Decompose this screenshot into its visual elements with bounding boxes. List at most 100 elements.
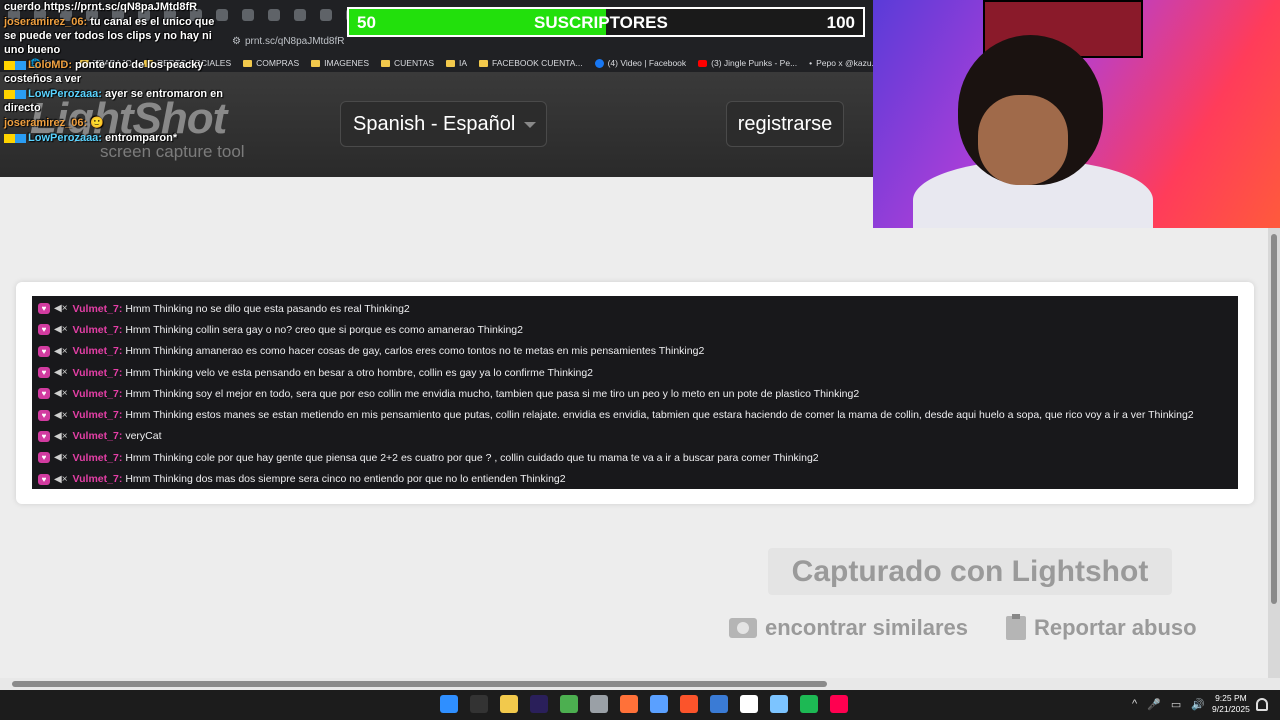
- heart-badge-icon: ♥: [38, 430, 50, 442]
- chat-message: ♥ ◀× Vulmet_7: veryCat: [32, 426, 1238, 447]
- bookmark-imagenes[interactable]: IMAGENES: [311, 58, 369, 68]
- tab-icon[interactable]: [242, 9, 254, 21]
- bookmark-facebook-video[interactable]: (4) Video | Facebook: [594, 58, 686, 68]
- speaker-mute-icon: ◀×: [54, 388, 68, 400]
- system-tray: ^ 🎤 ▭ 🔊: [1132, 698, 1205, 711]
- camera-icon: [729, 618, 757, 638]
- chat-message: ♥ ◀× Vulmet_7: Hmm Thinking amanerao es com…: [32, 341, 1238, 362]
- brave-icon[interactable]: [680, 695, 698, 713]
- speaker-mute-icon: ◀×: [54, 367, 68, 379]
- tiktok-icon[interactable]: [830, 695, 848, 713]
- chat-badges-icon: [4, 60, 26, 70]
- emote-icon: 🙂: [90, 117, 104, 129]
- facebook-icon: [594, 58, 604, 68]
- youtube-icon: [698, 59, 708, 67]
- language-select-value: Spanish - Español: [353, 112, 516, 135]
- chat-message: ♥ ◀× Vulmet_7: Hmm Thinking dos mas dos sie…: [32, 468, 1238, 489]
- heart-badge-icon: ♥: [38, 409, 50, 421]
- heart-badge-icon: ♥: [38, 388, 50, 400]
- bookmark-cuentas[interactable]: CUENTAS: [381, 58, 434, 68]
- speaker-mute-icon: ◀×: [54, 324, 68, 336]
- premiere-icon[interactable]: [530, 695, 548, 713]
- captured-with-lightshot-banner[interactable]: Capturado con Lightshot: [768, 548, 1172, 595]
- bookmark-compras[interactable]: COMPRAS: [243, 58, 299, 68]
- subscriber-goal-bar: 50 SUSCRIPTORES 100: [347, 7, 865, 37]
- bookmark-ia[interactable]: IA: [446, 58, 467, 68]
- epic-games-icon[interactable]: [470, 695, 488, 713]
- recycle-bin-icon[interactable]: [590, 695, 608, 713]
- chrome-icon[interactable]: [560, 695, 578, 713]
- network-icon[interactable]: ▭: [1171, 698, 1181, 711]
- notepad-icon[interactable]: [770, 695, 788, 713]
- horizontal-scrollbar[interactable]: [0, 678, 1280, 690]
- register-button[interactable]: registrarse: [726, 101, 844, 147]
- report-abuse-link[interactable]: Reportar abuso: [1006, 614, 1197, 641]
- chat-message: ♥ ◀× Vulmet_7: Hmm Thinking velo ve esta pe…: [32, 362, 1238, 383]
- tab-icon[interactable]: [294, 9, 306, 21]
- chat-message: ♥ ◀× Vulmet_7: Hmm Thinking estos manes se …: [32, 404, 1238, 425]
- windows-start-icon[interactable]: [440, 695, 458, 713]
- chat-badges-icon: [4, 133, 26, 143]
- arc-icon[interactable]: [740, 695, 758, 713]
- find-similar-link[interactable]: encontrar similares: [729, 615, 968, 641]
- folder-icon: [446, 59, 455, 67]
- windows-taskbar: ^ 🎤 ▭ 🔊 9:25 PM 9/21/2025: [0, 690, 1280, 720]
- overlay-chat-line: joseramirez_06: tu canal es el unico que…: [4, 16, 215, 56]
- chat-message: ♥ ◀× Vulmet_7: Hmm Thinking cole por que ha…: [32, 447, 1238, 468]
- chevron-up-icon[interactable]: ^: [1132, 698, 1137, 711]
- clipboard-icon: [1006, 614, 1026, 640]
- chat-message: ♥ ◀× Vulmet_7: Hmm Thinking collin sera gay…: [32, 319, 1238, 340]
- tab-icon[interactable]: [320, 9, 332, 21]
- language-select[interactable]: Spanish - Español: [340, 101, 547, 147]
- photos-icon[interactable]: [650, 695, 668, 713]
- speaker-mute-icon: ◀×: [54, 430, 68, 442]
- speaker-mute-icon: ◀×: [54, 473, 68, 485]
- dot-icon: •: [809, 58, 813, 68]
- speaker-mute-icon: ◀×: [54, 345, 68, 357]
- chat-badges-icon: [4, 89, 26, 99]
- clock-time: 9:25 PM: [1215, 693, 1247, 703]
- heart-badge-icon: ♥: [38, 303, 50, 315]
- clock-date: 9/21/2025: [1212, 704, 1250, 714]
- heart-badge-icon: ♥: [38, 452, 50, 464]
- speaker-mute-icon: ◀×: [54, 452, 68, 464]
- overlay-chat-line: cuerdo https://prnt.sc/qN8paJMtd8fR: [4, 1, 198, 13]
- heart-badge-icon: ♥: [38, 324, 50, 336]
- overlay-chat-line: LowPerozaaa: ayer se entromaron en direc…: [4, 88, 224, 114]
- chevron-down-icon: [524, 122, 536, 128]
- file-explorer-icon[interactable]: [500, 695, 518, 713]
- capcut-icon[interactable]: [710, 695, 728, 713]
- folder-icon: [381, 59, 390, 67]
- notification-bell-icon[interactable]: [1256, 698, 1268, 711]
- spotify-icon[interactable]: [800, 695, 818, 713]
- bookmark-facebook-cuenta[interactable]: FACEBOOK CUENTA...: [479, 58, 583, 68]
- heart-badge-icon: ♥: [38, 367, 50, 379]
- heart-badge-icon: ♥: [38, 345, 50, 357]
- screenshot-container: ♥ ◀× Vulmet_7: Hmm Thinking no se dilo que …: [16, 282, 1254, 504]
- vertical-scrollbar-thumb[interactable]: [1271, 234, 1277, 604]
- heart-badge-icon: ♥: [38, 473, 50, 485]
- volume-icon[interactable]: 🔊: [1191, 698, 1205, 711]
- tab-icon[interactable]: [268, 9, 280, 21]
- folder-icon: [479, 59, 489, 67]
- bookmark-jingle-punks[interactable]: (3) Jingle Punks - Pe...: [698, 58, 797, 68]
- site-info-icon[interactable]: ⚙: [232, 36, 241, 47]
- horizontal-scrollbar-thumb[interactable]: [12, 681, 827, 687]
- speaker-mute-icon: ◀×: [54, 409, 68, 421]
- goal-current: 50: [357, 13, 376, 32]
- vertical-scrollbar[interactable]: [1268, 228, 1280, 678]
- chat-message: ♥ ◀× Vulmet_7: Hmm Thinking soy el mejor en…: [32, 383, 1238, 404]
- folder-icon: [311, 59, 321, 67]
- speaker-mute-icon: ◀×: [54, 303, 68, 315]
- captured-chat-image[interactable]: ♥ ◀× Vulmet_7: Hmm Thinking no se dilo que …: [32, 296, 1238, 489]
- microphone-icon[interactable]: 🎤: [1147, 698, 1161, 711]
- goal-target: 100: [826, 13, 855, 32]
- webcam-feed: [873, 0, 1280, 228]
- stream-chat-overlay: cuerdo https://prnt.sc/qN8paJMtd8fR jose…: [4, 0, 226, 146]
- taskbar-clock[interactable]: 9:25 PM 9/21/2025: [1212, 693, 1250, 715]
- folder-icon: [243, 59, 253, 67]
- firefox-icon[interactable]: [620, 695, 638, 713]
- chat-message: ♥ ◀× Vulmet_7: Hmm Thinking no se dilo que …: [32, 298, 1238, 319]
- taskbar-apps: [440, 695, 848, 713]
- overlay-chat-line: LoloMD: ponte uno de los peacky costeños…: [4, 59, 204, 85]
